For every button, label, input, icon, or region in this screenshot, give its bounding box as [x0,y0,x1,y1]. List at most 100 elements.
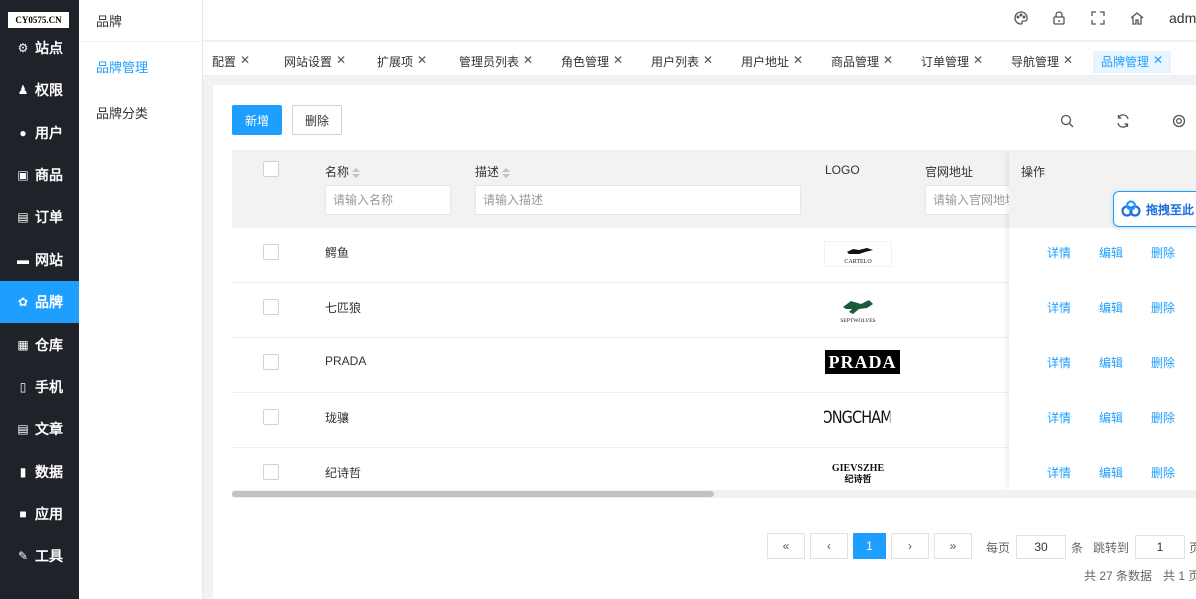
column-header-desc[interactable]: 描述 [475,163,511,180]
fullscreen-icon[interactable] [1090,10,1106,26]
add-button[interactable]: 新增 [232,105,282,135]
tab-site-settings[interactable]: 网站设置 ✕ [284,53,346,75]
palette-icon[interactable] [1013,10,1029,26]
close-icon[interactable]: ✕ [793,53,803,67]
user-menu[interactable]: adm [1169,10,1196,26]
desc-filter-input[interactable]: 请输入描述 [475,185,801,215]
submenu-item-brand-manage[interactable]: 品牌管理 [96,57,148,76]
tab-user-address[interactable]: 用户地址 ✕ [741,53,803,75]
sidebar-item-goods[interactable]: ▣ 商品 [0,154,79,196]
edit-link[interactable]: 编辑 [1099,464,1123,481]
column-header-ops: 操作 [1021,165,1046,179]
current-page-button[interactable]: 1 [853,533,886,559]
content-card: 新增 删除 名称 描述 LOGO 官网地址 请输入名称 请输入描述 请输入官网地… [213,85,1196,599]
close-icon[interactable]: ✕ [973,53,983,67]
close-icon[interactable]: ✕ [240,53,250,67]
row-checkbox[interactable] [263,409,279,425]
jump-page-input[interactable]: 1 [1135,535,1185,559]
row-checkbox[interactable] [263,354,279,370]
sidebar-item-tools[interactable]: ✎ 工具 [0,535,79,577]
sidebar-item-apps[interactable]: ■ 应用 [0,493,79,535]
tab-admin-list[interactable]: 管理员列表 ✕ [459,53,533,75]
tab-brand-manage[interactable]: 品牌管理 ✕ [1093,51,1172,73]
wrench-icon: ✎ [17,549,29,563]
next-page-button[interactable]: › [891,533,929,559]
delete-link[interactable]: 删除 [1151,464,1175,481]
close-icon[interactable]: ✕ [417,53,427,67]
sort-icon[interactable] [502,167,511,178]
scrollbar-thumb[interactable] [232,491,714,497]
delete-link[interactable]: 删除 [1151,244,1175,261]
sidebar-item-label: 权限 [35,82,63,98]
sidebar-item-site[interactable]: ⚙ 站点 [0,27,79,69]
sidebar-item-permission[interactable]: ♟ 权限 [0,69,79,111]
first-page-button[interactable]: « [767,533,805,559]
sidebar-item-data[interactable]: ▮ 数据 [0,451,79,493]
home-icon[interactable] [1129,10,1145,26]
row-checkbox[interactable] [263,464,279,480]
brand-logo: LONGCHAMP [824,408,890,428]
delete-link[interactable]: 删除 [1151,354,1175,371]
select-all-checkbox[interactable] [263,161,279,177]
site-logo[interactable]: CY0575.CN [8,12,69,28]
close-icon[interactable]: ✕ [336,53,346,67]
detail-link[interactable]: 详情 [1047,299,1071,316]
edit-link[interactable]: 编辑 [1099,409,1123,426]
delete-link[interactable]: 删除 [1151,299,1175,316]
edit-link[interactable]: 编辑 [1099,299,1123,316]
tab-label: 订单管理 [921,55,970,69]
sidebar-item-label: 文章 [35,421,63,437]
jump-label: 跳转到 [1093,541,1130,555]
tab-nav-manage[interactable]: 导航管理 ✕ [1011,53,1073,75]
top-header: adm [203,0,1196,41]
close-icon[interactable]: ✕ [703,53,713,67]
last-page-button[interactable]: » [934,533,972,559]
row-checkbox[interactable] [263,244,279,260]
sidebar-item-brand[interactable]: ✿ 品牌 [0,281,79,323]
tab-goods-manage[interactable]: 商品管理 ✕ [831,53,893,75]
drag-upload-badge[interactable]: 拖拽至此 [1113,191,1196,227]
close-icon[interactable]: ✕ [883,53,893,67]
delete-button[interactable]: 删除 [292,105,342,135]
close-icon[interactable]: ✕ [1063,53,1073,67]
edit-link[interactable]: 编辑 [1099,244,1123,261]
close-icon[interactable]: ✕ [613,53,623,67]
column-header-name[interactable]: 名称 [325,163,361,180]
row-checkbox[interactable] [263,299,279,315]
sidebar-item-mobile[interactable]: ▯ 手机 [0,366,79,408]
per-page-input[interactable]: 30 [1016,535,1066,559]
brand-table: 名称 描述 LOGO 官网地址 请输入名称 请输入描述 请输入官网地址 鳄鱼 C… [232,150,1196,500]
sidebar-item-users[interactable]: ● 用户 [0,112,79,154]
settings-icon[interactable] [1171,113,1187,129]
logo-text: CARTELO [844,259,872,265]
logo-text: SEPTWOLVES [840,318,875,324]
delete-link[interactable]: 删除 [1151,409,1175,426]
search-icon[interactable] [1059,113,1075,129]
lock-icon[interactable] [1051,10,1067,26]
tab-label: 用户列表 [651,55,700,69]
close-icon[interactable]: ✕ [1153,53,1163,67]
edit-link[interactable]: 编辑 [1099,354,1123,371]
detail-link[interactable]: 详情 [1047,409,1071,426]
total-pages: 共 1 页 [1163,569,1196,583]
tab-config[interactable]: 配置 ✕ [212,53,250,75]
submenu-item-brand-category[interactable]: 品牌分类 [96,103,148,122]
refresh-icon[interactable] [1115,113,1131,129]
close-icon[interactable]: ✕ [523,53,533,67]
divider [79,41,203,42]
sidebar-item-website[interactable]: ▬ 网站 [0,239,79,281]
tab-extensions[interactable]: 扩展项 ✕ [377,53,427,75]
sidebar-item-warehouse[interactable]: ▦ 仓库 [0,324,79,366]
tab-user-list[interactable]: 用户列表 ✕ [651,53,713,75]
tab-role-manage[interactable]: 角色管理 ✕ [561,53,623,75]
tab-order-manage[interactable]: 订单管理 ✕ [921,53,983,75]
sidebar-item-article[interactable]: ▤ 文章 [0,408,79,450]
sort-icon[interactable] [352,167,361,178]
name-filter-input[interactable]: 请输入名称 [325,185,451,215]
sidebar-item-orders[interactable]: ▤ 订单 [0,196,79,238]
horizontal-scrollbar[interactable] [232,490,1196,498]
detail-link[interactable]: 详情 [1047,244,1071,261]
detail-link[interactable]: 详情 [1047,464,1071,481]
detail-link[interactable]: 详情 [1047,354,1071,371]
prev-page-button[interactable]: ‹ [810,533,848,559]
